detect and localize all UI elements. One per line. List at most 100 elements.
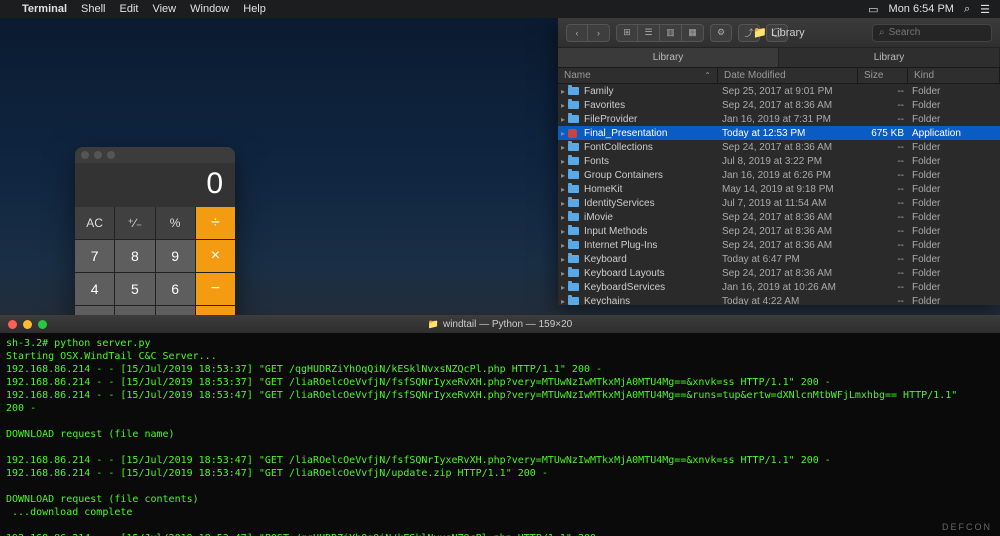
table-row[interactable]: ▸Keyboard LayoutsSep 24, 2017 at 8:36 AM…: [558, 266, 1000, 280]
disclosure-icon[interactable]: ▸: [558, 213, 568, 222]
file-size: --: [862, 282, 912, 293]
col-name[interactable]: Name⌃: [558, 68, 718, 83]
tab-library-2[interactable]: Library: [779, 48, 1000, 67]
file-name: Keyboard Layouts: [584, 268, 722, 279]
table-row[interactable]: ▸FavoritesSep 24, 2017 at 8:36 AM--Folde…: [558, 98, 1000, 112]
file-size: --: [862, 296, 912, 306]
close-icon[interactable]: [8, 320, 17, 329]
percent-button[interactable]: %: [156, 207, 195, 239]
calculator-titlebar[interactable]: [75, 147, 235, 163]
table-row[interactable]: ▸FontCollectionsSep 24, 2017 at 8:36 AM-…: [558, 140, 1000, 154]
table-row[interactable]: ▸FamilySep 25, 2017 at 9:01 PM--Folder: [558, 84, 1000, 98]
file-name: Group Containers: [584, 170, 722, 181]
col-kind[interactable]: Kind: [908, 68, 1000, 83]
spotlight-icon[interactable]: ⌕: [964, 3, 970, 16]
back-button[interactable]: ‹: [566, 24, 588, 42]
terminal-title: windtail — Python — 159×20: [443, 319, 572, 330]
disclosure-icon[interactable]: ▸: [558, 241, 568, 250]
folder-icon: [568, 240, 580, 250]
forward-button[interactable]: ›: [588, 24, 610, 42]
disclosure-icon[interactable]: ▸: [558, 227, 568, 236]
disclosure-icon[interactable]: ▸: [558, 129, 568, 138]
table-row[interactable]: ▸Group ContainersJan 16, 2019 at 6:26 PM…: [558, 168, 1000, 182]
file-kind: Folder: [912, 226, 1000, 237]
table-row[interactable]: ▸Internet Plug-InsSep 24, 2017 at 8:36 A…: [558, 238, 1000, 252]
disclosure-icon[interactable]: ▸: [558, 143, 568, 152]
col-size[interactable]: Size: [858, 68, 908, 83]
search-input[interactable]: ⌕ Search: [872, 24, 992, 42]
table-row[interactable]: ▸IdentityServicesJul 7, 2019 at 11:54 AM…: [558, 196, 1000, 210]
watermark: DEFCON: [942, 522, 992, 532]
menu-help[interactable]: Help: [243, 3, 266, 15]
digit-8-button[interactable]: 8: [115, 240, 154, 272]
digit-7-button[interactable]: 7: [75, 240, 114, 272]
finder-title: 📁 Library: [753, 26, 804, 39]
subtract-button[interactable]: −: [196, 273, 235, 305]
menu-view[interactable]: View: [152, 3, 176, 15]
col-date[interactable]: Date Modified: [718, 68, 858, 83]
disclosure-icon[interactable]: ▸: [558, 297, 568, 306]
table-row[interactable]: ▸KeyboardServicesJan 16, 2019 at 10:26 A…: [558, 280, 1000, 294]
sign-button[interactable]: ⁺∕₋: [115, 207, 154, 239]
siri-icon[interactable]: ☰: [980, 3, 990, 16]
digit-6-button[interactable]: 6: [156, 273, 195, 305]
file-size: --: [862, 240, 912, 251]
file-date: Sep 24, 2017 at 8:36 AM: [722, 142, 862, 153]
folder-icon: [568, 184, 580, 194]
disclosure-icon[interactable]: ▸: [558, 255, 568, 264]
digit-5-button[interactable]: 5: [115, 273, 154, 305]
table-row[interactable]: ▸HomeKitMay 14, 2019 at 9:18 PM--Folder: [558, 182, 1000, 196]
finder-file-list[interactable]: ▸FamilySep 25, 2017 at 9:01 PM--Folder▸F…: [558, 84, 1000, 305]
file-size: --: [862, 100, 912, 111]
divide-button[interactable]: ÷: [196, 207, 235, 239]
folder-icon: 📁: [428, 319, 439, 330]
disclosure-icon[interactable]: ▸: [558, 199, 568, 208]
gallery-view-button[interactable]: ▦: [682, 24, 704, 42]
terminal-titlebar[interactable]: 📁 windtail — Python — 159×20: [0, 315, 1000, 333]
close-icon[interactable]: [81, 151, 89, 159]
multiply-button[interactable]: ×: [196, 240, 235, 272]
table-row[interactable]: ▸KeyboardToday at 6:47 PM--Folder: [558, 252, 1000, 266]
table-row[interactable]: ▸KeychainsToday at 4:22 AM--Folder: [558, 294, 1000, 305]
file-date: Jul 8, 2019 at 3:22 PM: [722, 156, 862, 167]
table-row[interactable]: ▸Final_PresentationToday at 12:53 PM675 …: [558, 126, 1000, 140]
disclosure-icon[interactable]: ▸: [558, 157, 568, 166]
list-view-button[interactable]: ☰: [638, 24, 660, 42]
minimize-icon[interactable]: [23, 320, 32, 329]
disclosure-icon[interactable]: ▸: [558, 185, 568, 194]
zoom-icon[interactable]: [107, 151, 115, 159]
disclosure-icon[interactable]: ▸: [558, 115, 568, 124]
file-size: --: [862, 226, 912, 237]
terminal-output[interactable]: sh-3.2# python server.py Starting OSX.Wi…: [0, 333, 1000, 536]
table-row[interactable]: ▸FontsJul 8, 2019 at 3:22 PM--Folder: [558, 154, 1000, 168]
minimize-icon[interactable]: [94, 151, 102, 159]
ac-button[interactable]: AC: [75, 207, 114, 239]
file-date: Sep 24, 2017 at 8:36 AM: [722, 100, 862, 111]
arrange-button[interactable]: ⚙: [710, 24, 732, 42]
disclosure-icon[interactable]: ▸: [558, 87, 568, 96]
tab-library-1[interactable]: Library: [558, 48, 779, 67]
menu-edit[interactable]: Edit: [120, 3, 139, 15]
table-row[interactable]: ▸Input MethodsSep 24, 2017 at 8:36 AM--F…: [558, 224, 1000, 238]
disclosure-icon[interactable]: ▸: [558, 269, 568, 278]
table-row[interactable]: ▸FileProviderJan 16, 2019 at 7:31 PM--Fo…: [558, 112, 1000, 126]
screen-mirror-icon[interactable]: ▭: [868, 3, 878, 16]
table-row[interactable]: ▸iMovieSep 24, 2017 at 8:36 AM--Folder: [558, 210, 1000, 224]
zoom-icon[interactable]: [38, 320, 47, 329]
folder-icon: [568, 142, 580, 152]
disclosure-icon[interactable]: ▸: [558, 283, 568, 292]
digit-9-button[interactable]: 9: [156, 240, 195, 272]
menu-window[interactable]: Window: [190, 3, 229, 15]
app-menu[interactable]: Terminal: [22, 3, 67, 15]
disclosure-icon[interactable]: ▸: [558, 171, 568, 180]
folder-icon: [568, 226, 580, 236]
disclosure-icon[interactable]: ▸: [558, 101, 568, 110]
folder-icon: [568, 282, 580, 292]
column-view-button[interactable]: ▥: [660, 24, 682, 42]
file-name: FileProvider: [584, 114, 722, 125]
icon-view-button[interactable]: ⊞: [616, 24, 638, 42]
digit-4-button[interactable]: 4: [75, 273, 114, 305]
menubar-clock[interactable]: Mon 6:54 PM: [889, 3, 954, 15]
file-name: FontCollections: [584, 142, 722, 153]
menu-shell[interactable]: Shell: [81, 3, 105, 15]
